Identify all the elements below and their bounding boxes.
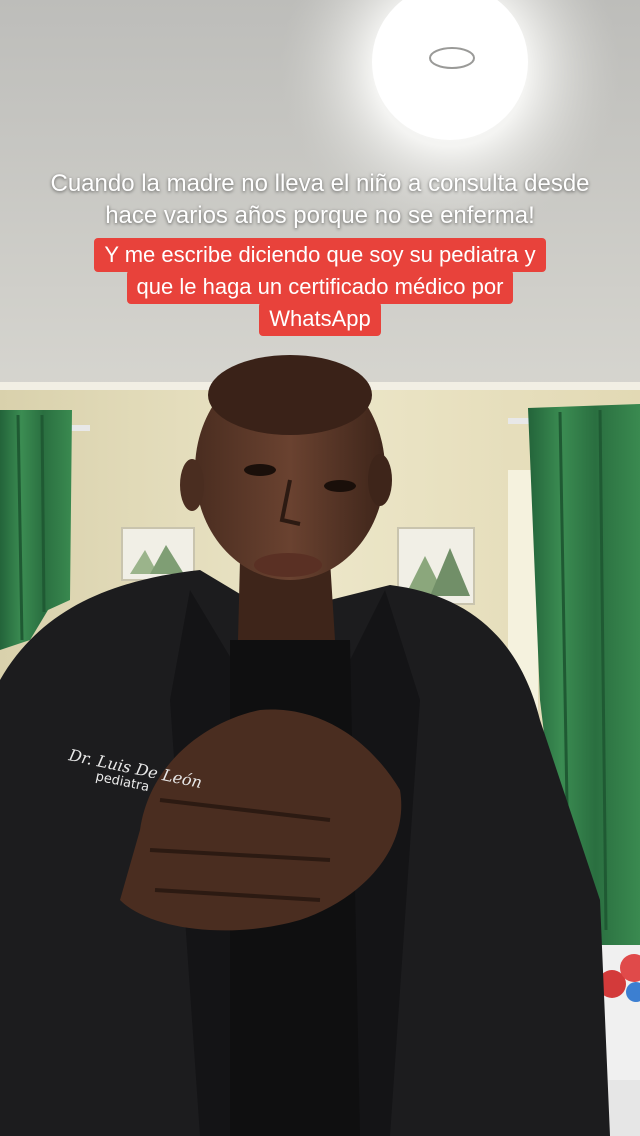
caption-highlight-line: WhatsApp bbox=[259, 302, 381, 336]
caption-highlight-line: Y me escribe diciendo que soy su pediatr… bbox=[94, 238, 546, 272]
caption-top-text: Cuando la madre no lleva el niño a consu… bbox=[50, 170, 590, 229]
caption-highlight-line: que le haga un certificado médico por bbox=[126, 270, 514, 304]
caption-highlight: Y me escribe diciendo que soy su pediatr… bbox=[0, 238, 640, 336]
caption-overlay: Cuando la madre no lleva el niño a consu… bbox=[0, 168, 640, 336]
